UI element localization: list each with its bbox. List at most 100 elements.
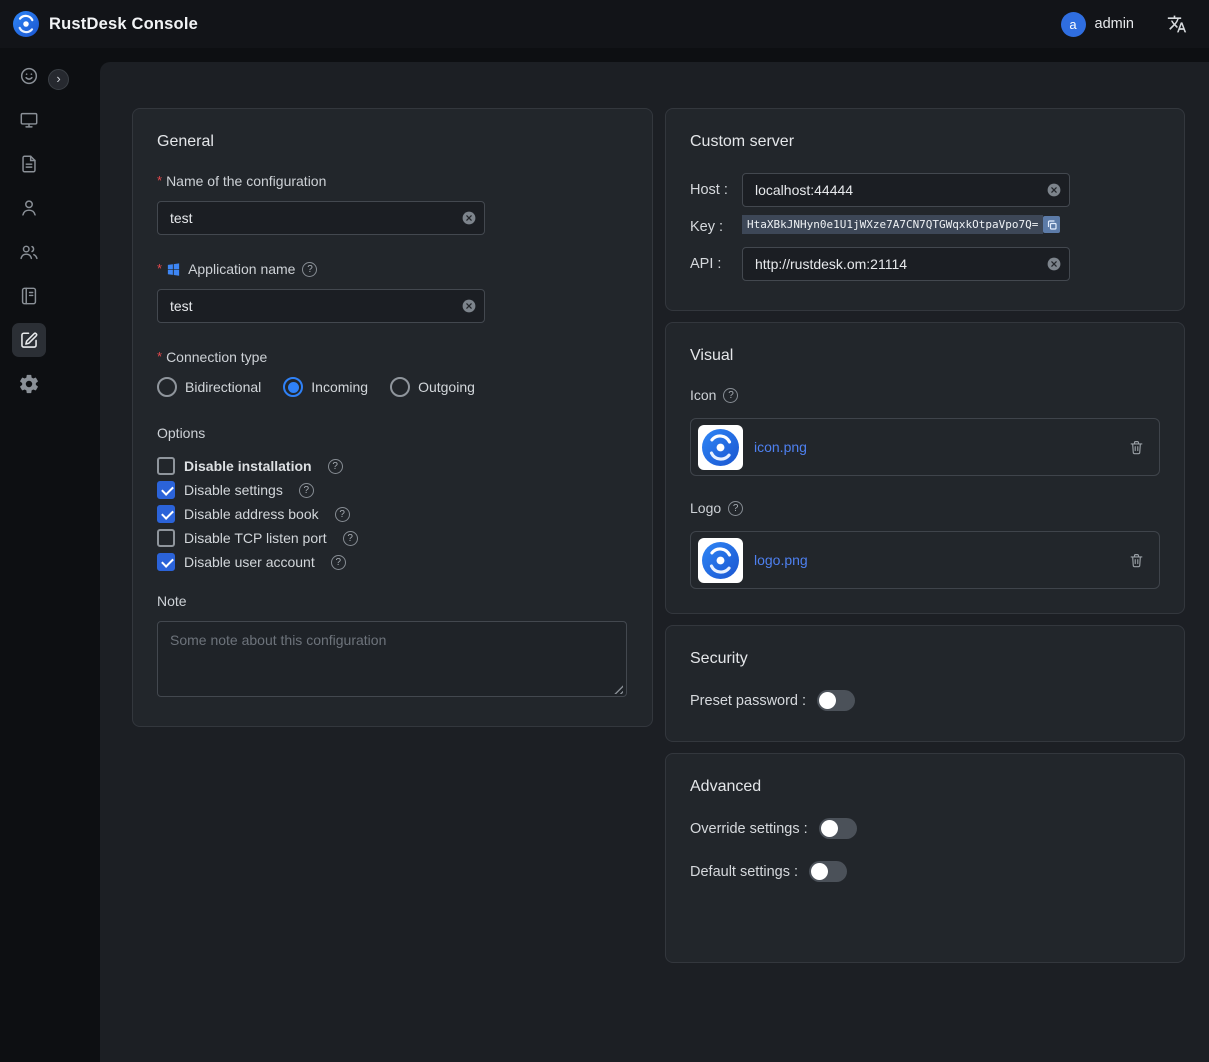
required-asterisk: * [157, 261, 162, 276]
logo-file-box: logo.png [690, 531, 1160, 589]
checkbox-disable-tcp-listen-port[interactable]: Disable TCP listen port ? [157, 529, 628, 547]
app-name-input[interactable] [157, 289, 485, 323]
logo-file-link[interactable]: logo.png [754, 552, 808, 568]
radio-label: Outgoing [418, 379, 475, 395]
note-label: Note [157, 593, 628, 609]
help-icon[interactable]: ? [331, 555, 346, 570]
delete-icon[interactable] [1128, 552, 1145, 569]
visual-title: Visual [690, 347, 1160, 365]
checkbox-disable-user-account[interactable]: Disable user account ? [157, 553, 628, 571]
help-icon[interactable]: ? [335, 507, 350, 522]
general-card: General * Name of the configuration * Ap… [132, 108, 653, 727]
default-settings-toggle[interactable] [809, 861, 847, 882]
topbar-right: a admin [1061, 12, 1188, 37]
api-row: API : [690, 247, 1160, 281]
sidebar-item-settings[interactable] [12, 367, 46, 401]
connection-type-label-row: * Connection type [157, 349, 628, 365]
devices-icon [18, 109, 40, 131]
clear-icon[interactable] [461, 298, 477, 314]
radio-icon [157, 377, 177, 397]
radio-bidirectional[interactable]: Bidirectional [157, 377, 261, 397]
help-icon[interactable]: ? [302, 262, 317, 277]
override-settings-toggle[interactable] [819, 818, 857, 839]
sidebar-item-devices[interactable] [12, 103, 46, 137]
sidebar-item-users[interactable] [12, 191, 46, 225]
sidebar-item-dashboard[interactable] [12, 59, 46, 93]
radio-incoming[interactable]: Incoming [283, 377, 368, 397]
preset-password-label: Preset password : [690, 693, 806, 709]
default-settings-label: Default settings : [690, 864, 798, 880]
override-settings-label: Override settings : [690, 821, 808, 837]
note-field [157, 621, 627, 702]
copy-icon[interactable] [1043, 216, 1060, 233]
key-field: HtaXBkJNHyn0e1U1jWXze7A7CN7QTGWqxkOtpaVp… [742, 215, 1160, 234]
help-icon[interactable]: ? [723, 388, 738, 403]
checkbox-disable-installation[interactable]: Disable installation ? [157, 457, 628, 475]
config-name-input[interactable] [157, 201, 485, 235]
sidebar-item-documents[interactable] [12, 147, 46, 181]
topbar: RustDesk Console a admin [0, 0, 1209, 48]
app-name-label: Application name [188, 261, 295, 277]
checkbox-label: Disable TCP listen port [184, 530, 327, 546]
note-textarea[interactable] [157, 621, 627, 697]
clear-icon[interactable] [1046, 256, 1062, 272]
windows-icon [166, 262, 181, 277]
preset-password-toggle[interactable] [817, 690, 855, 711]
advanced-card: Advanced Override settings : Default set… [665, 753, 1185, 963]
sidebar [0, 48, 58, 914]
logs-icon [18, 285, 40, 307]
checkbox-label: Disable installation [184, 458, 312, 474]
sidebar-item-custom-clients[interactable] [12, 323, 46, 357]
icon-file-link[interactable]: icon.png [754, 439, 807, 455]
checkbox-disable-settings[interactable]: Disable settings ? [157, 481, 628, 499]
delete-icon[interactable] [1128, 439, 1145, 456]
translate-icon[interactable] [1167, 14, 1187, 34]
brand: RustDesk Console [13, 11, 198, 37]
advanced-title: Advanced [690, 778, 1160, 796]
help-icon[interactable]: ? [728, 501, 743, 516]
clear-icon[interactable] [461, 210, 477, 226]
sidebar-expand-button[interactable]: › [48, 69, 69, 90]
help-icon[interactable]: ? [328, 459, 343, 474]
sidebar-item-logs[interactable] [12, 279, 46, 313]
clear-icon[interactable] [1046, 182, 1062, 198]
host-row: Host : [690, 173, 1160, 207]
documents-icon [18, 153, 40, 175]
config-name-label: Name of the configuration [166, 173, 326, 189]
checkbox-icon [157, 457, 175, 475]
checkbox-disable-address-book[interactable]: Disable address book ? [157, 505, 628, 523]
connection-type-group: Bidirectional Incoming Outgoing [157, 377, 628, 397]
dashboard-icon [18, 65, 40, 87]
options-label: Options [157, 425, 628, 441]
app-name-label-row: * Application name ? [157, 261, 628, 277]
icon-label: Icon [690, 387, 716, 403]
logo-label-row: Logo ? [690, 500, 1160, 516]
checkbox-icon [157, 529, 175, 547]
api-input[interactable] [742, 247, 1070, 281]
user-icon [18, 197, 40, 219]
logo-label: Logo [690, 500, 721, 516]
groups-icon [18, 241, 40, 263]
checkbox-label: Disable user account [184, 554, 315, 570]
username[interactable]: admin [1095, 16, 1135, 32]
general-card-title: General [157, 133, 628, 151]
radio-icon [283, 377, 303, 397]
avatar[interactable]: a [1061, 12, 1086, 37]
settings-icon [18, 373, 40, 395]
app-title: RustDesk Console [49, 15, 198, 34]
custom-server-card: Custom server Host : Key : HtaXBkJNHyn0e… [665, 108, 1185, 311]
sidebar-item-groups[interactable] [12, 235, 46, 269]
help-icon[interactable]: ? [343, 531, 358, 546]
config-name-field [157, 201, 485, 235]
help-icon[interactable]: ? [299, 483, 314, 498]
required-asterisk: * [157, 349, 162, 364]
host-input[interactable] [742, 173, 1070, 207]
visual-card: Visual Icon ? icon.png [665, 322, 1185, 614]
rustdesk-logo-icon [13, 11, 39, 37]
host-label: Host : [690, 182, 742, 198]
radio-outgoing[interactable]: Outgoing [390, 377, 475, 397]
checkbox-icon [157, 481, 175, 499]
key-label: Key : [690, 219, 742, 235]
preset-password-row: Preset password : [690, 690, 1160, 711]
api-label: API : [690, 256, 742, 272]
